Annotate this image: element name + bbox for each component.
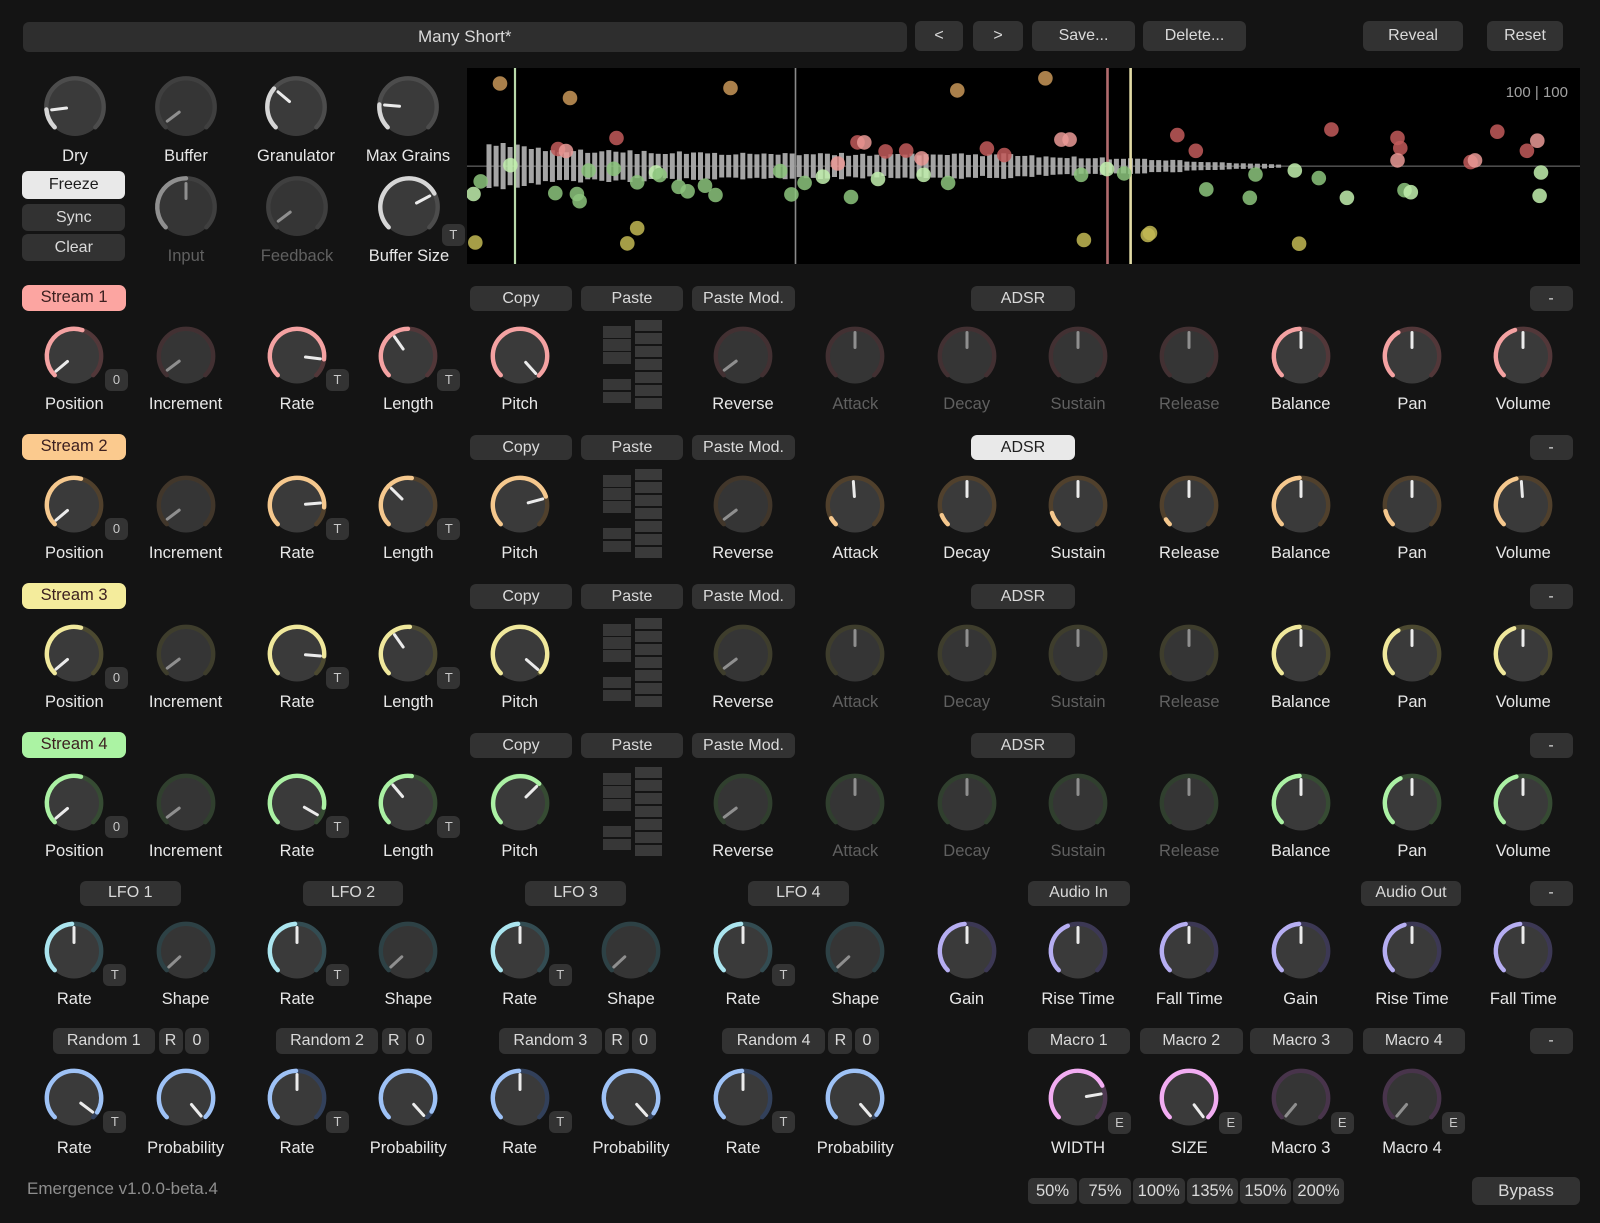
svg-text:100 | 100: 100 | 100 <box>1506 84 1568 101</box>
